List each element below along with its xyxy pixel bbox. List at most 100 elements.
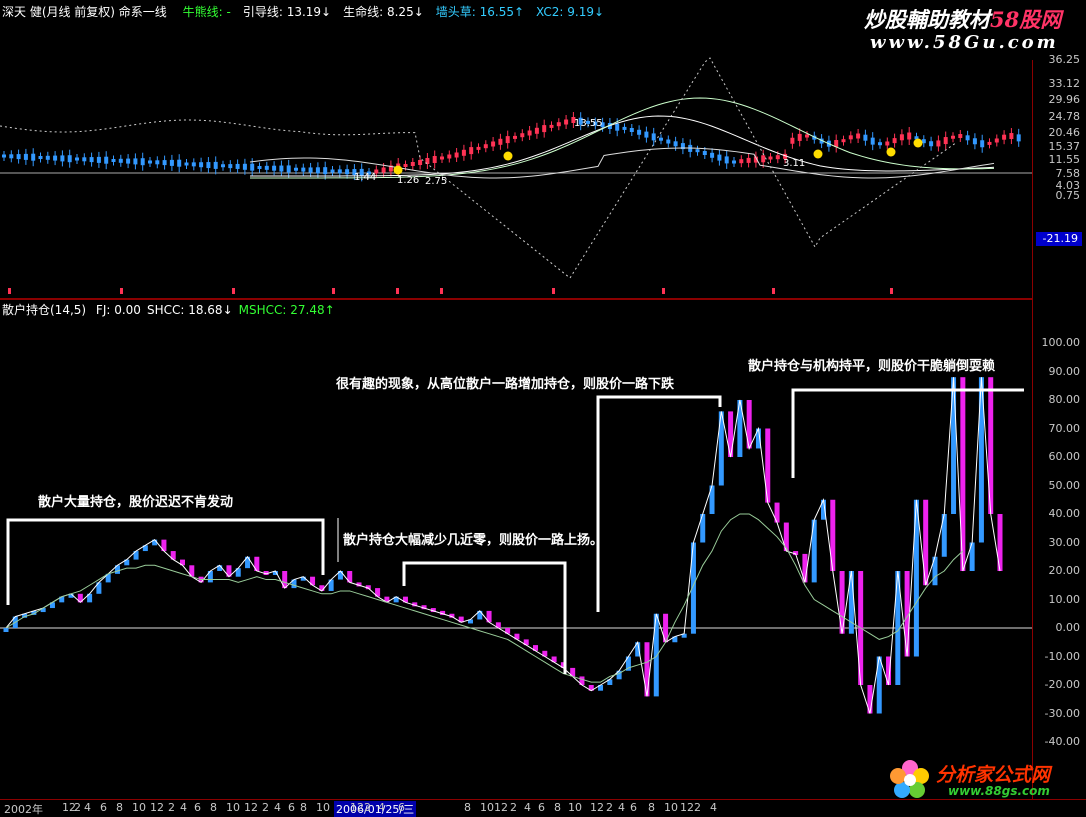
x-tick-label: 12 [494,801,508,814]
price-candle [885,141,890,146]
x-tick-label: 8 [116,801,123,814]
price-candle [323,167,328,175]
x-tick-label: 6 [538,801,545,814]
price-candle [140,158,145,166]
price-candle [235,163,240,169]
x-tick-label: 6 [288,801,295,814]
indicator-y-tick: 90.00 [1048,364,1081,378]
price-candle [702,151,707,155]
price-candle [564,119,569,125]
price-candle [418,160,423,165]
period-marker [440,288,443,294]
price-chart: 13.55 1.44 1.26 2.75 3.11 [0,57,1032,294]
price-candle [498,138,503,145]
period-marker [772,288,775,294]
price-candle [958,134,963,139]
period-marker [8,288,11,294]
price-candle [89,157,94,163]
indicator-y-tick: -10.00 [1044,649,1080,663]
price-candle [527,130,532,136]
x-tick-label: 8 [554,801,561,814]
price-y-tick: 36.25 [1048,53,1081,66]
price-candle [505,136,510,144]
price-candle [739,159,744,164]
period-marker [232,288,235,294]
x-tick-label: 10 [568,801,582,814]
annotation-holding-increased: 很有趣的现象，从高位散户一路增加持仓，则股价一路下跌 [336,377,675,392]
period-marker [396,288,399,294]
watermark-bottom-url: www.88gs.com [948,784,1050,798]
signal-dot [813,149,823,159]
indicator-y-tick: 50.00 [1048,478,1081,492]
signal-dot [393,165,403,175]
price-y-tick: 15.37 [1048,140,1081,153]
header-indicator-1: 引导线: 13.19↓ [242,5,332,19]
x-tick-label: 10 [226,801,240,814]
price-candle [23,153,28,160]
price-candle [403,164,408,167]
x-tick-label: 4 [180,801,187,814]
price-y-tick: 0.75 [1055,189,1081,202]
price-candle [2,154,6,158]
price-candle [797,133,802,141]
price-candle [440,156,444,160]
price-candle [870,137,875,145]
price-candle [264,165,269,170]
x-tick-label: 6 [194,801,201,814]
price-candle [60,155,65,162]
price-candle [980,140,985,148]
x-tick-label: 4 [618,801,625,814]
x-tick-label: 8 [210,801,217,814]
price-candle [45,155,50,160]
indicator-y-tick: -40.00 [1044,735,1080,748]
price-candle [775,155,780,160]
price-candle [615,123,620,131]
annotation-heavy-holding: 散户大量持仓，股价迟迟不肯发动 [38,495,234,510]
price-candle [724,156,729,164]
price-candle [169,159,174,166]
bracket-holding-reduced [402,561,567,674]
watermark-bottom-brand: 分析家公式网 [936,764,1051,786]
x-tick-label: 4 [524,801,531,814]
price-candle [381,167,386,173]
x-tick-label: 2 [510,801,517,814]
price-candle [67,155,72,163]
price-candle [1009,133,1014,140]
x-tick-label: 10 [132,801,146,814]
x-tick-label: 12 [680,801,694,814]
price-candle [294,167,298,171]
price-candle [491,141,496,147]
indicator-y-tick: 0.00 [1055,621,1081,634]
price-candle [629,128,634,132]
x-tick-label: 4 [710,801,717,814]
indicator-y-tick: -20.00 [1044,678,1080,691]
price-y-tick: 24.78 [1048,110,1081,123]
price-candle [732,160,736,164]
signal-dot [886,147,896,157]
price-y-tick: 29.96 [1048,93,1081,106]
price-candle [75,157,79,161]
price-candle [96,156,101,163]
price-candle [987,141,992,145]
price-candle [659,137,663,141]
price-candle [848,135,853,140]
price-label: 2.75 [425,176,447,187]
indicator-y-tick: 60.00 [1048,450,1081,463]
price-candle [155,160,160,165]
price-candle [410,162,415,166]
price-label: 3.11 [783,158,805,169]
price-candle [768,156,773,160]
price-candle [1016,134,1021,142]
price-candle [447,154,452,159]
price-candle [863,134,868,141]
price-candle [483,144,488,149]
x-tick-label: 4 [378,801,385,814]
price-candle [899,134,904,141]
x-tick-label: 8 [648,801,655,814]
price-candle [943,137,948,145]
price-candle [191,162,196,167]
price-candle [345,169,350,175]
signal-dot [503,151,513,161]
price-candle [651,133,656,141]
price-candle [520,133,525,138]
